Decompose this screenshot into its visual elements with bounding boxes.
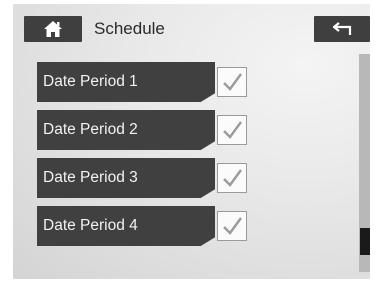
scrollbar[interactable] <box>359 54 370 272</box>
list-item-date-period-1[interactable]: Date Period 1 <box>37 62 249 102</box>
date-period-button[interactable]: Date Period 1 <box>37 62 215 102</box>
date-period-button[interactable]: Date Period 4 <box>37 206 215 246</box>
checkmark-icon <box>223 121 242 139</box>
checkmark-icon <box>223 169 242 187</box>
checkmark-icon <box>223 73 242 91</box>
page-title: Schedule <box>94 19 165 38</box>
date-period-checkbox[interactable] <box>217 163 247 193</box>
scrollbar-thumb[interactable] <box>360 228 370 255</box>
list-item-date-period-3[interactable]: Date Period 3 <box>37 158 249 198</box>
schedule-screen: Schedule Date Period 1 Date Period 2 Dat… <box>13 4 370 279</box>
home-button[interactable] <box>24 16 82 42</box>
home-icon <box>44 21 62 37</box>
date-period-button[interactable]: Date Period 2 <box>37 110 215 150</box>
date-period-label: Date Period 4 <box>43 217 138 234</box>
checkmark-icon <box>223 217 242 235</box>
back-arrow-icon <box>333 22 352 35</box>
date-period-label: Date Period 3 <box>43 169 138 186</box>
date-period-label: Date Period 2 <box>43 121 138 138</box>
date-period-checkbox[interactable] <box>217 115 247 145</box>
back-button[interactable] <box>314 16 370 42</box>
list-item-date-period-4[interactable]: Date Period 4 <box>37 206 249 246</box>
list-item-date-period-2[interactable]: Date Period 2 <box>37 110 249 150</box>
date-period-checkbox[interactable] <box>217 211 247 241</box>
date-period-checkbox[interactable] <box>217 67 247 97</box>
date-period-label: Date Period 1 <box>43 73 138 90</box>
date-period-button[interactable]: Date Period 3 <box>37 158 215 198</box>
